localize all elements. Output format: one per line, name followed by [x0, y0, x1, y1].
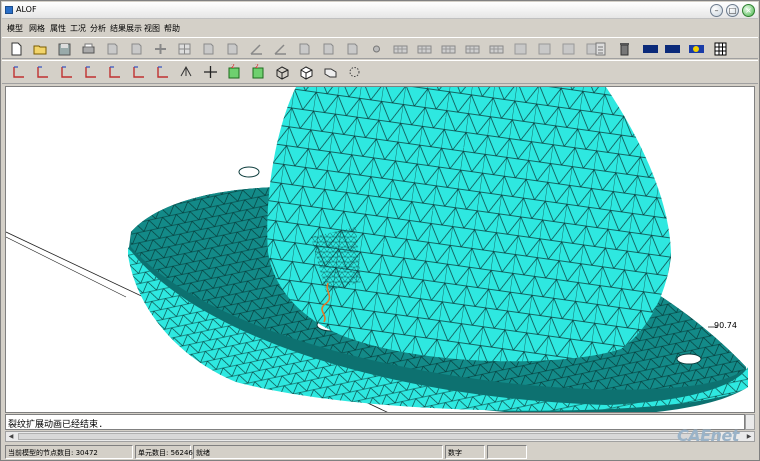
menu-loadcase[interactable]: 工况: [70, 23, 86, 34]
menu-analysis[interactable]: 分析: [90, 23, 106, 34]
scroll-left-icon[interactable]: ◀: [6, 433, 16, 441]
flag-icon[interactable]: [664, 41, 681, 57]
calculator-icon[interactable]: [592, 41, 609, 57]
axis-icon[interactable]: [82, 64, 99, 80]
angle-icon[interactable]: [272, 41, 289, 57]
close-button[interactable]: ×: [742, 4, 755, 17]
menu-results[interactable]: 结果展示: [110, 23, 142, 34]
status-bar: 当前模型的节点数目: 30472 单元数目: 56246 就绪 数字: [2, 444, 758, 460]
message-output: 裂纹扩展动画已经结束.: [5, 414, 745, 430]
mesh-icon[interactable]: [392, 41, 409, 57]
app-window: ALOF – □ × 模型 网格 属性 工况 分析 结果展示 视图 帮助 22: [0, 0, 760, 461]
angle-icon[interactable]: [248, 41, 265, 57]
message-text: 裂纹扩展动画已经结束.: [8, 420, 104, 430]
flag-icon[interactable]: [642, 41, 659, 57]
mesh-model[interactable]: 90.74: [6, 87, 755, 413]
svg-text:2: 2: [255, 64, 259, 70]
doc-icon[interactable]: [296, 41, 313, 57]
maximize-button[interactable]: □: [726, 4, 739, 17]
window-title: ALOF: [16, 5, 37, 14]
menu-mesh[interactable]: 网格: [29, 23, 45, 34]
mesh-icon[interactable]: [440, 41, 457, 57]
bolt-hole: [676, 353, 702, 365]
status-mode: 数字: [445, 445, 485, 459]
grid-icon[interactable]: [176, 41, 193, 57]
scroll-thumb[interactable]: [18, 433, 718, 440]
axis-icon[interactable]: [130, 64, 147, 80]
dome-mesh: [267, 87, 671, 362]
menu-model[interactable]: 模型: [7, 23, 23, 34]
main-toolbar: [2, 37, 758, 59]
node-icon[interactable]: [368, 41, 385, 57]
table-icon[interactable]: [712, 41, 729, 57]
doc-icon[interactable]: [320, 41, 337, 57]
mesh-icon[interactable]: [488, 41, 505, 57]
status-element-count: 单元数目: 56246: [135, 445, 193, 459]
axis-icon[interactable]: [34, 64, 51, 80]
message-scrollbar[interactable]: [745, 414, 755, 430]
menu-property[interactable]: 属性: [50, 23, 66, 34]
new-icon[interactable]: [8, 41, 25, 57]
menu-bar: 模型 网格 属性 工况 分析 结果展示 视图 帮助: [2, 20, 758, 36]
view-toolbar: 22: [2, 60, 758, 84]
wire-cube-icon[interactable]: [274, 64, 291, 80]
status-state: 就绪: [193, 445, 443, 459]
mesh-icon[interactable]: [416, 41, 433, 57]
pan-icon[interactable]: [202, 64, 219, 80]
app-icon: [5, 6, 13, 14]
doc-icon[interactable]: [224, 41, 241, 57]
watermark-logo: CAEnet: [677, 426, 739, 445]
axis-icon[interactable]: [10, 64, 27, 80]
minimize-button[interactable]: –: [710, 4, 723, 17]
doc-icon[interactable]: [200, 41, 217, 57]
title-bar: ALOF – □ ×: [2, 2, 758, 19]
scroll-right-icon[interactable]: ▶: [744, 433, 754, 441]
mesh-icon[interactable]: [464, 41, 481, 57]
status-empty: [487, 445, 527, 459]
cube-icon[interactable]: [322, 64, 339, 80]
print-icon[interactable]: [80, 41, 97, 57]
axis-icon[interactable]: [58, 64, 75, 80]
save-icon[interactable]: [56, 41, 73, 57]
trash-icon[interactable]: [616, 41, 633, 57]
doc-icon[interactable]: [344, 41, 361, 57]
zoom-box-icon[interactable]: 2: [226, 64, 243, 80]
doc-icon[interactable]: [104, 41, 121, 57]
block-icon[interactable]: [512, 41, 529, 57]
block-icon[interactable]: [560, 41, 577, 57]
reference-line: [6, 236, 127, 298]
annotation-label: 90.74: [714, 321, 737, 330]
axis-icon[interactable]: [106, 64, 123, 80]
shaded-cube-icon[interactable]: [298, 64, 315, 80]
menu-help[interactable]: 帮助: [164, 23, 180, 34]
status-node-count: 当前模型的节点数目: 30472: [5, 445, 133, 459]
move-icon[interactable]: [152, 41, 169, 57]
open-icon[interactable]: [32, 41, 49, 57]
menu-view[interactable]: 视图: [144, 23, 160, 34]
model-viewport[interactable]: 90.74: [5, 86, 755, 413]
rotate-icon[interactable]: [178, 64, 195, 80]
zoom-box-icon[interactable]: 2: [250, 64, 267, 80]
fit-icon[interactable]: [346, 64, 363, 80]
horizontal-scrollbar[interactable]: ◀ ▶: [5, 431, 755, 442]
svg-text:2: 2: [231, 64, 235, 70]
bolt-hole: [238, 166, 260, 178]
axis-icon[interactable]: [154, 64, 171, 80]
block-icon[interactable]: [536, 41, 553, 57]
doc-icon[interactable]: [128, 41, 145, 57]
palette-icon[interactable]: [688, 41, 705, 57]
